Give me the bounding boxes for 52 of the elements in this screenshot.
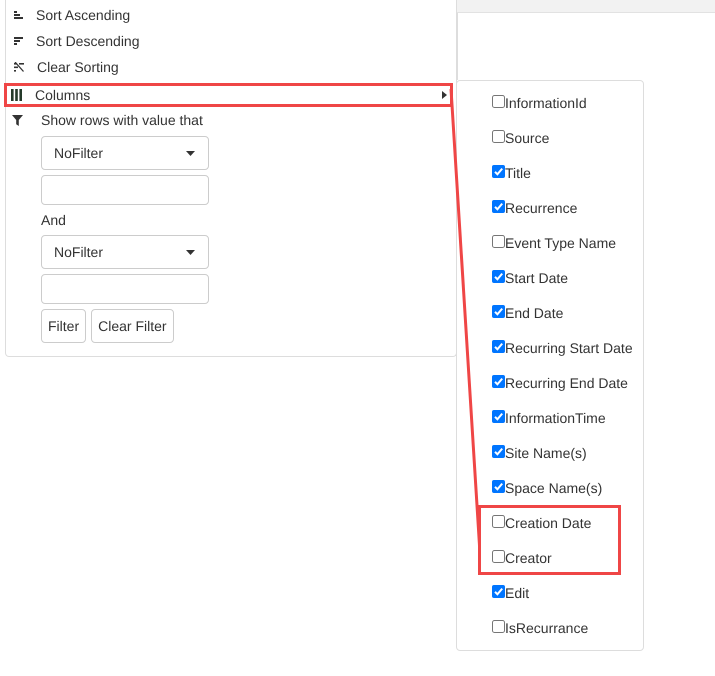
column-option[interactable]: IsRecurrance	[457, 610, 643, 645]
checkbox[interactable]	[492, 374, 505, 388]
submenu-arrow-icon	[442, 91, 447, 99]
menu-item[interactable]: Sort Ascending	[6, 2, 456, 28]
checkbox[interactable]	[492, 130, 505, 142]
checkbox[interactable]	[492, 584, 505, 598]
joiner-label: And	[41, 211, 66, 230]
checkbox[interactable]	[492, 410, 505, 422]
column-option[interactable]: Creator	[478, 540, 621, 575]
column-option[interactable]: InformationId	[457, 85, 643, 120]
value-field[interactable]	[41, 175, 209, 205]
checkbox[interactable]	[492, 620, 505, 632]
column-option[interactable]: Site Name(s)	[457, 435, 643, 470]
columns-icon	[11, 89, 22, 101]
caret-icon	[186, 250, 195, 254]
clear-sorting-icon	[14, 62, 24, 72]
column-option[interactable]: Title	[457, 155, 643, 190]
column-option[interactable]: Recurrence	[457, 190, 643, 225]
filter-icon	[12, 114, 23, 126]
menu-item[interactable]: Columns	[4, 83, 453, 107]
column-option[interactable]: End Date	[457, 295, 643, 330]
column-option[interactable]: Recurring Start Date	[457, 330, 643, 365]
sort-descending-icon	[14, 37, 23, 45]
checkbox[interactable]	[492, 270, 505, 282]
checkbox[interactable]	[492, 514, 505, 528]
column-option[interactable]: InformationTime	[457, 400, 643, 435]
value-field[interactable]	[41, 274, 209, 304]
column-option[interactable]: Space Name(s)	[457, 470, 643, 505]
caret-icon	[186, 150, 195, 156]
checkbox[interactable]	[492, 304, 505, 318]
menu-item[interactable]: Clear Sorting	[6, 54, 456, 80]
operator-dropdown[interactable]: NoFilter	[41, 136, 209, 170]
checkbox[interactable]	[492, 94, 505, 108]
checkbox[interactable]	[492, 234, 505, 248]
checkbox[interactable]	[492, 200, 505, 212]
column-option[interactable]: Event Type Name	[457, 225, 643, 260]
checkbox[interactable]	[492, 164, 505, 178]
column-option[interactable]: Creation Date	[478, 505, 621, 540]
checkbox[interactable]	[492, 550, 505, 562]
checkbox[interactable]	[492, 340, 505, 352]
column-option[interactable]: Edit	[457, 575, 643, 610]
filter-action-button[interactable]: Filter	[41, 309, 86, 343]
operator-dropdown[interactable]: NoFilter	[41, 235, 209, 269]
column-option[interactable]: Recurring End Date	[457, 365, 643, 400]
sort-ascending-icon	[14, 11, 23, 19]
menu-item[interactable]: Sort Descending	[6, 28, 456, 54]
column-option[interactable]: Start Date	[457, 260, 643, 295]
filter-action-button[interactable]: Clear Filter	[91, 309, 174, 343]
checkbox[interactable]	[492, 444, 505, 458]
column-option[interactable]: Source	[457, 120, 643, 155]
filter-heading: Show rows with value that	[41, 112, 203, 128]
checkbox[interactable]	[492, 480, 505, 492]
